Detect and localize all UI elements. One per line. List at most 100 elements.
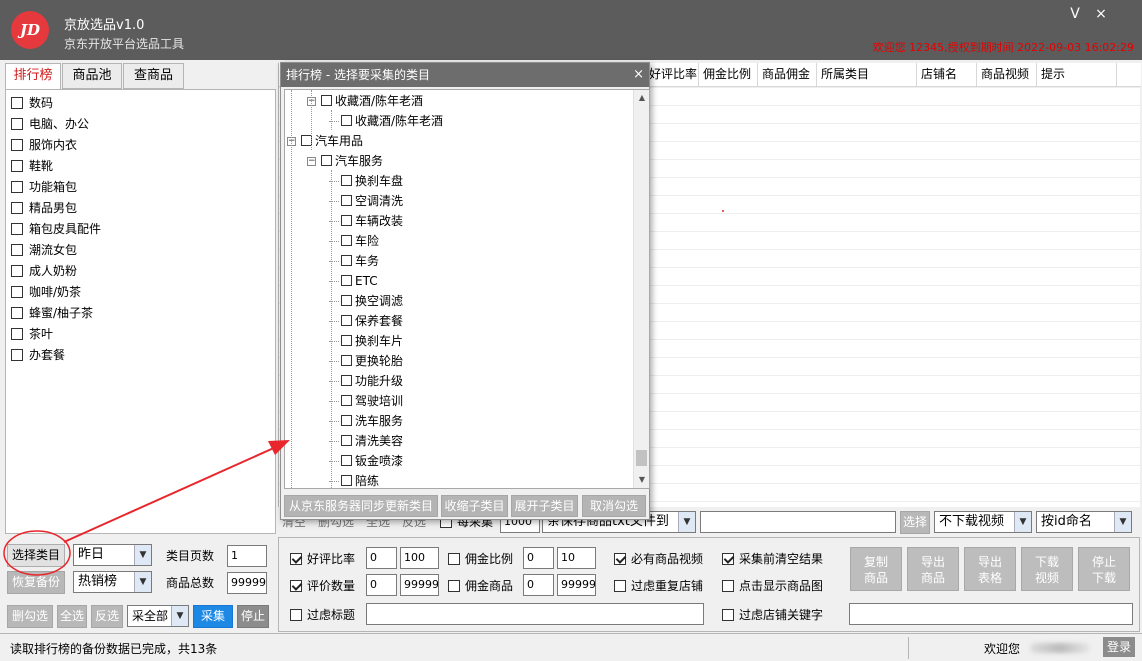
period-select[interactable]: 昨日 ▼	[73, 544, 152, 566]
tab-ranking[interactable]: 排行榜	[5, 63, 61, 90]
click-show-image-checkbox[interactable]: 点击显示商品图	[722, 578, 823, 594]
category-item[interactable]: 茶叶	[11, 325, 53, 343]
tree-node[interactable]: 驾驶培训	[341, 392, 403, 410]
download-video-button[interactable]: 下载 视频	[1021, 547, 1073, 591]
tab-goods-pool[interactable]: 商品池	[62, 63, 122, 89]
tree-node[interactable]: 换空调滤	[341, 292, 403, 310]
category-item[interactable]: 蜂蜜/柚子茶	[11, 304, 93, 322]
scroll-down-icon[interactable]: ▼	[634, 472, 649, 488]
total-goods-input[interactable]: 99999	[227, 572, 267, 594]
tree-node[interactable]: 车辆改装	[341, 212, 403, 230]
save-path-input[interactable]	[700, 511, 896, 533]
filter-title-checkbox[interactable]: 过虑标题	[290, 607, 355, 623]
category-item[interactable]: 鞋靴	[11, 157, 53, 175]
commission-rate-checkbox[interactable]: 佣金比例	[448, 551, 513, 567]
checkbox-box	[11, 328, 23, 340]
tree-node[interactable]: 更换轮胎	[341, 352, 403, 370]
review-count-min-input[interactable]: 0	[366, 574, 397, 596]
tree-node[interactable]: 收藏酒/陈年老酒	[341, 112, 443, 130]
tree-node[interactable]: ETC	[341, 272, 378, 290]
category-item[interactable]: 服饰内衣	[11, 136, 77, 154]
tree-node[interactable]: 换刹车盘	[341, 172, 403, 190]
tree-node[interactable]: 功能升级	[341, 372, 403, 390]
export-goods-button[interactable]: 导出 商品	[907, 547, 959, 591]
col-commission-rate[interactable]: 佣金比例	[699, 63, 758, 87]
tree-node[interactable]: 汽车服务	[321, 152, 383, 170]
select-all-button[interactable]: 全选	[57, 605, 87, 628]
commission-max-input[interactable]: 99999	[557, 574, 596, 596]
col-video[interactable]: 商品视频	[977, 63, 1037, 87]
login-button[interactable]: 登录	[1103, 637, 1135, 657]
tree-node[interactable]: 洗车服务	[341, 412, 403, 430]
collapse-subcategories-button[interactable]: 收缩子类目	[441, 495, 508, 517]
collect-button[interactable]: 采集	[193, 605, 233, 628]
clear-before-collect-checkbox[interactable]: 采集前清空结果	[722, 551, 823, 567]
category-item[interactable]: 办套餐	[11, 346, 65, 364]
tree-node[interactable]: 空调清洗	[341, 192, 403, 210]
good-rate-checkbox[interactable]: 好评比率	[290, 551, 355, 567]
uncheck-all-button[interactable]: 取消勾选	[582, 495, 646, 517]
collect-scope-select[interactable]: 采全部 ▼	[127, 605, 189, 627]
choose-path-button[interactable]: 选择	[900, 511, 930, 534]
filter-store-keyword-checkbox[interactable]: 过虑店铺关键字	[722, 607, 823, 623]
review-count-checkbox[interactable]: 评价数量	[290, 578, 355, 594]
col-good-rate[interactable]: 好评比率	[645, 63, 699, 87]
expand-subcategories-button[interactable]: 展开子类目	[511, 495, 578, 517]
col-category[interactable]: 所属类目	[817, 63, 917, 87]
close-window-button[interactable]: ×	[1088, 4, 1114, 24]
tree-node[interactable]: 车险	[341, 232, 379, 250]
good-rate-min-input[interactable]: 0	[366, 547, 397, 569]
col-commission[interactable]: 商品佣金	[758, 63, 817, 87]
dialog-close-icon[interactable]: ×	[633, 63, 644, 87]
tree-scrollbar[interactable]: ▲ ▼	[633, 90, 649, 488]
category-item[interactable]: 咖啡/奶茶	[11, 283, 81, 301]
tree-node[interactable]: 车务	[341, 252, 379, 270]
delete-checked-button[interactable]: 删勾选	[7, 605, 53, 628]
restore-backup-button[interactable]: 恢复备份	[7, 571, 65, 594]
col-store-name[interactable]: 店铺名	[917, 63, 977, 87]
commission-goods-checkbox[interactable]: 佣金商品	[448, 578, 513, 594]
copy-goods-button[interactable]: 复制 商品	[850, 547, 902, 591]
tree-node[interactable]: 清洗美容	[341, 432, 403, 450]
category-list: 数码电脑、办公服饰内衣鞋靴功能箱包精品男包箱包皮具配件 潮流女包成人奶粉咖啡/奶茶…	[5, 89, 276, 534]
tree-node[interactable]: 收藏酒/陈年老酒	[321, 92, 423, 110]
invert-select-button[interactable]: 反选	[91, 605, 123, 628]
commission-min-input[interactable]: 0	[523, 574, 554, 596]
sync-categories-button[interactable]: 从京东服务器同步更新类目	[284, 495, 438, 517]
dialog-title-bar: 排行榜 - 选择要采集的类目 ×	[281, 63, 649, 87]
scroll-thumb[interactable]	[636, 450, 647, 466]
category-item[interactable]: 功能箱包	[11, 178, 77, 196]
tree-node-label: 换空调滤	[355, 294, 404, 308]
category-item[interactable]: 数码	[11, 94, 53, 112]
category-item[interactable]: 箱包皮具配件	[11, 220, 101, 238]
select-category-button[interactable]: 选择类目	[7, 544, 65, 567]
tree-expander-icon[interactable]: −	[307, 157, 316, 166]
stop-download-button[interactable]: 停止 下载	[1078, 547, 1130, 591]
commission-rate-min-input[interactable]: 0	[523, 547, 554, 569]
stop-button[interactable]: 停止	[237, 605, 269, 628]
category-item[interactable]: 精品男包	[11, 199, 77, 217]
tab-search-goods[interactable]: 查商品	[123, 63, 184, 89]
commission-rate-max-input[interactable]: 10	[557, 547, 596, 569]
tree-node[interactable]: 换刹车片	[341, 332, 403, 350]
video-mode-select[interactable]: 不下载视频 ▼	[934, 511, 1032, 533]
export-table-button[interactable]: 导出 表格	[964, 547, 1016, 591]
scroll-up-icon[interactable]: ▲	[634, 90, 649, 106]
col-tip[interactable]: 提示	[1037, 63, 1117, 87]
category-item[interactable]: 成人奶粉	[11, 262, 77, 280]
category-item[interactable]: 潮流女包	[11, 241, 77, 259]
review-count-max-input[interactable]: 999999	[400, 574, 439, 596]
filter-title-input[interactable]	[366, 603, 704, 625]
tree-node[interactable]: 钣金喷漆	[341, 452, 403, 470]
ranking-type-select[interactable]: 热销榜 ▼	[73, 571, 152, 593]
good-rate-max-input[interactable]: 100	[400, 547, 439, 569]
must-have-video-checkbox[interactable]: 必有商品视频	[614, 551, 703, 567]
filter-dup-store-checkbox[interactable]: 过虑重复店铺	[614, 578, 703, 594]
tree-node[interactable]: 陪练	[341, 472, 379, 488]
filter-store-keyword-input[interactable]	[849, 603, 1133, 625]
naming-mode-select[interactable]: 按id命名 ▼	[1036, 511, 1132, 533]
category-item[interactable]: 电脑、办公	[11, 115, 89, 133]
category-pages-input[interactable]: 1	[227, 545, 267, 567]
minimize-button[interactable]: V	[1062, 4, 1088, 24]
tree-node[interactable]: 保养套餐	[341, 312, 403, 330]
